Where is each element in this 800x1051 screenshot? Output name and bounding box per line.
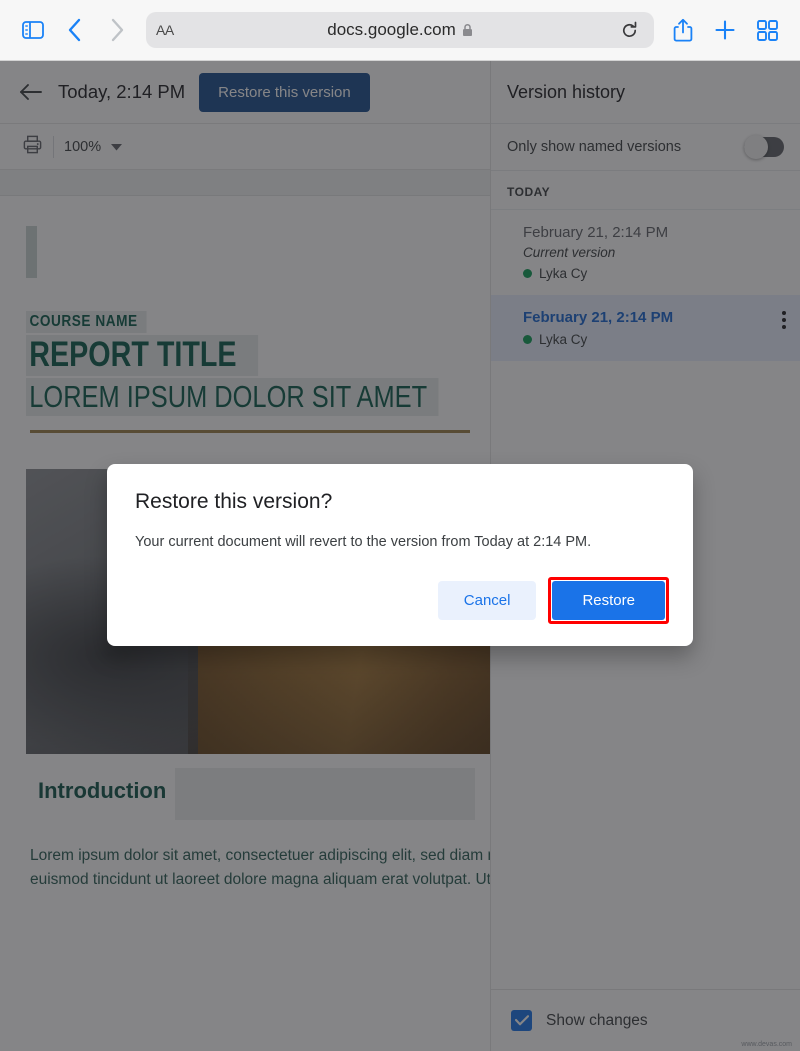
browser-toolbar: AA docs.google.com (0, 0, 800, 61)
plus-icon[interactable] (706, 11, 744, 49)
text-size-button[interactable]: AA (156, 22, 174, 38)
text-size-label: AA (156, 22, 174, 38)
forward-chevron-icon (98, 11, 136, 49)
url-display: docs.google.com (146, 20, 654, 40)
tab-overview-icon[interactable] (748, 11, 786, 49)
reload-icon[interactable] (614, 15, 644, 45)
restore-button[interactable]: Restore (552, 581, 665, 620)
address-bar[interactable]: AA docs.google.com (146, 12, 654, 48)
dialog-actions: Cancel Restore (437, 577, 669, 624)
restore-confirm-dialog: Restore this version? Your current docum… (107, 464, 693, 646)
share-icon[interactable] (664, 11, 702, 49)
screen-root: AA docs.google.com Restore this version?… (0, 0, 800, 1051)
cancel-button[interactable]: Cancel (437, 581, 537, 620)
restore-button-highlight: Restore (548, 577, 669, 624)
url-text: docs.google.com (327, 20, 456, 39)
back-chevron-icon[interactable] (56, 11, 94, 49)
lock-icon (462, 23, 472, 36)
dialog-body: Your current document will revert to the… (135, 534, 592, 550)
sidebar-toggle-icon[interactable] (14, 11, 52, 49)
dialog-title: Restore this version? (135, 490, 333, 513)
